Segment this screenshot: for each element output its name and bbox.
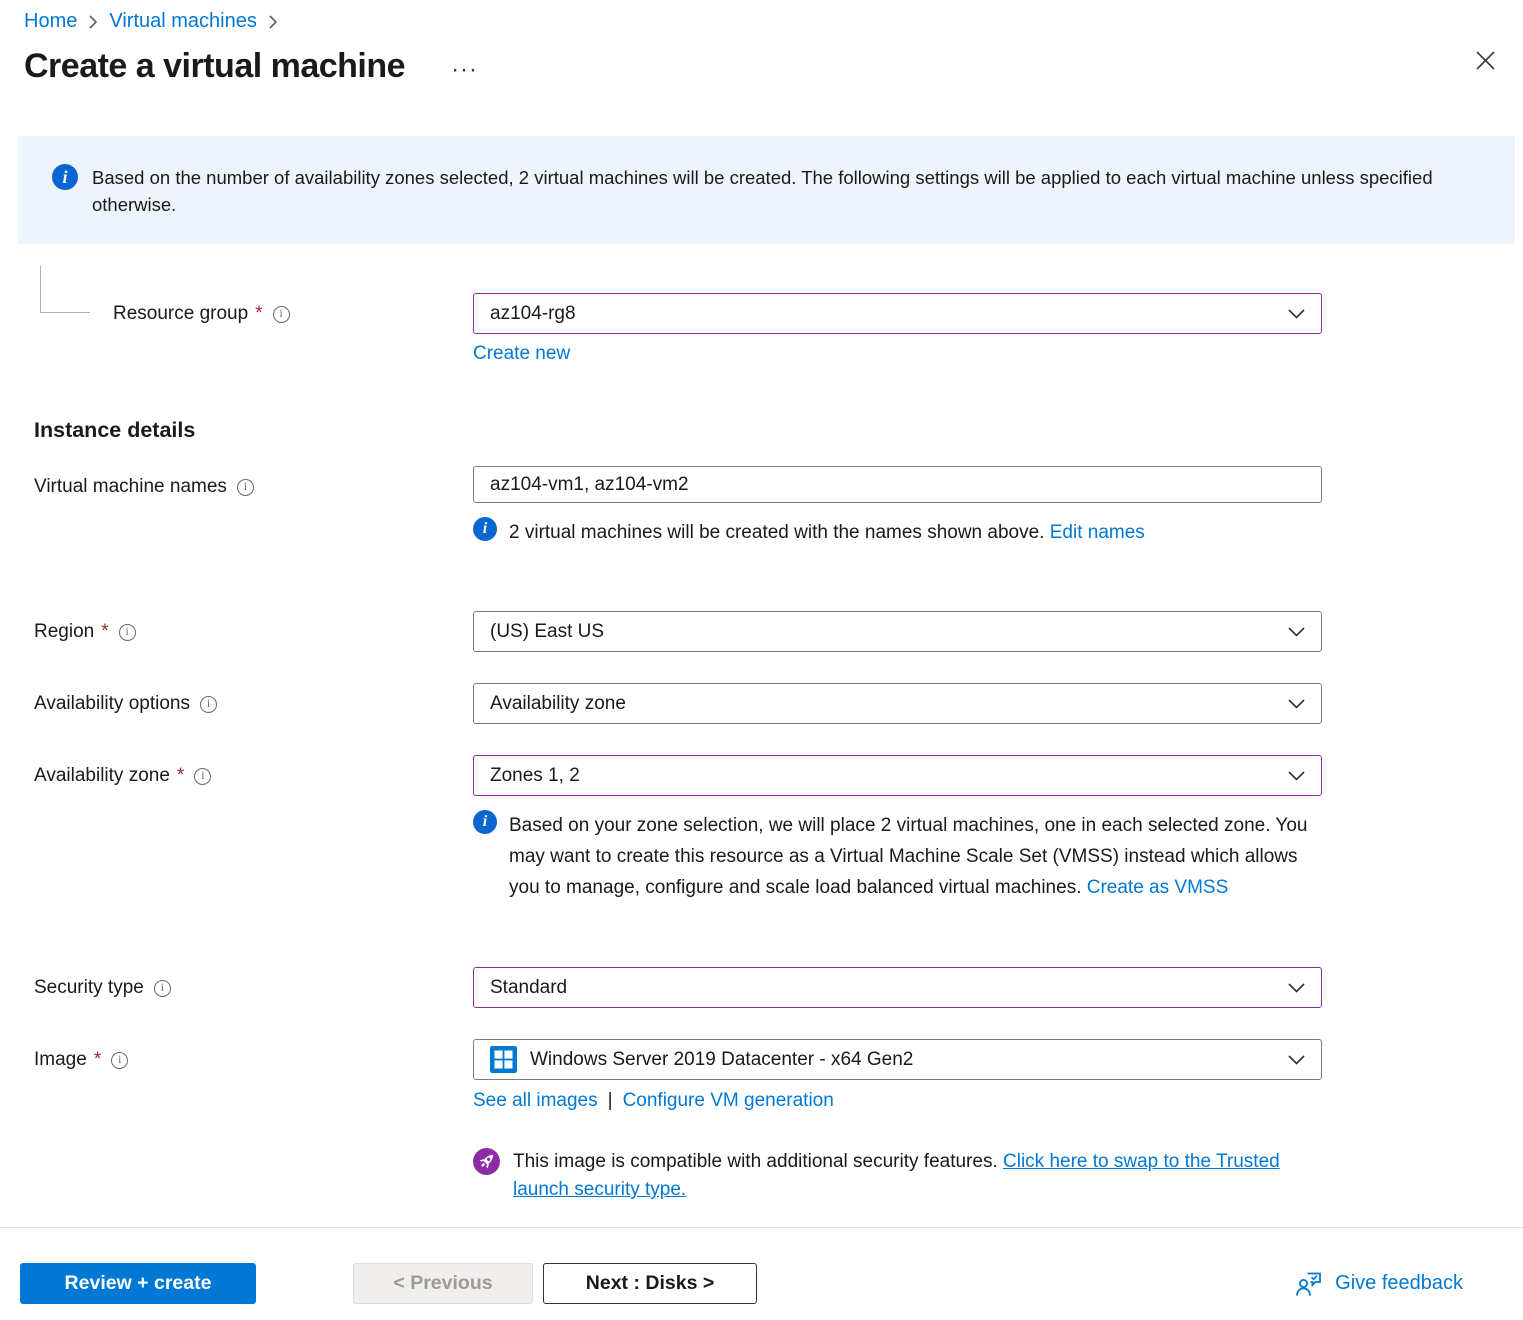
required-asterisk: * xyxy=(94,1049,101,1071)
region-row: Region * i (US) East US xyxy=(34,611,1523,652)
security-type-row: Security type i Standard xyxy=(34,967,1523,1008)
info-icon: i xyxy=(52,164,78,190)
vm-names-info: i 2 virtual machines will be created wit… xyxy=(473,517,1322,548)
availability-zone-info: i Based on your zone selection, we will … xyxy=(473,810,1322,903)
review-create-button[interactable]: Review + create xyxy=(20,1263,256,1304)
security-type-select[interactable]: Standard xyxy=(473,967,1322,1008)
instance-details-heading: Instance details xyxy=(34,418,1523,443)
region-label-text: Region xyxy=(34,621,94,643)
chevron-down-icon xyxy=(1288,309,1305,319)
windows-logo-icon xyxy=(490,1046,517,1073)
availability-zone-label: Availability zone * i xyxy=(34,755,473,787)
availability-options-value: Availability zone xyxy=(490,693,1278,715)
required-asterisk: * xyxy=(177,765,184,787)
info-tooltip-icon[interactable]: i xyxy=(200,696,217,713)
previous-button[interactable]: < Previous xyxy=(353,1263,533,1304)
chevron-down-icon xyxy=(1288,627,1305,637)
info-icon: i xyxy=(473,810,497,834)
info-tooltip-icon[interactable]: i xyxy=(194,768,211,785)
image-value: Windows Server 2019 Datacenter - x64 Gen… xyxy=(530,1049,1278,1071)
see-all-images-link[interactable]: See all images xyxy=(473,1090,598,1112)
resource-group-value: az104-rg8 xyxy=(490,303,1278,325)
image-note-text: This image is compatible with additional… xyxy=(513,1151,998,1172)
required-asterisk: * xyxy=(255,303,262,325)
breadcrumb-home-link[interactable]: Home xyxy=(24,10,77,33)
region-select[interactable]: (US) East US xyxy=(473,611,1322,652)
resource-group-label: Resource group * i xyxy=(34,293,473,325)
indent-connector xyxy=(40,266,90,313)
info-tooltip-icon[interactable]: i xyxy=(273,306,290,323)
vm-names-row: Virtual machine names i i 2 virtual mach… xyxy=(34,466,1523,548)
resource-group-row: Resource group * i az104-rg8 Create new xyxy=(34,293,1523,365)
image-label-text: Image xyxy=(34,1049,87,1071)
chevron-down-icon xyxy=(1288,1055,1305,1065)
page-header: Create a virtual machine ··· xyxy=(0,33,1523,86)
links-divider: | xyxy=(608,1090,613,1112)
availability-options-label: Availability options i xyxy=(34,683,473,715)
availability-zone-select[interactable]: Zones 1, 2 xyxy=(473,755,1322,796)
info-banner: i Based on the number of availability zo… xyxy=(18,136,1515,244)
vm-names-label: Virtual machine names i xyxy=(34,466,473,498)
chevron-right-icon xyxy=(88,14,98,30)
availability-zone-value: Zones 1, 2 xyxy=(490,765,1278,787)
more-options-button[interactable]: ··· xyxy=(451,56,478,84)
image-select[interactable]: Windows Server 2019 Datacenter - x64 Gen… xyxy=(473,1039,1322,1080)
required-asterisk: * xyxy=(101,621,108,643)
resource-group-label-text: Resource group xyxy=(113,303,248,325)
breadcrumb: Home Virtual machines xyxy=(0,0,1523,33)
availability-options-row: Availability options i Availability zone xyxy=(34,683,1523,724)
availability-zone-row: Availability zone * i Zones 1, 2 i Based… xyxy=(34,755,1523,903)
feedback-icon xyxy=(1295,1271,1323,1297)
chevron-down-icon xyxy=(1288,983,1305,993)
image-label: Image * i xyxy=(34,1039,473,1071)
close-icon[interactable] xyxy=(1470,45,1500,75)
info-banner-text: Based on the number of availability zone… xyxy=(92,164,1475,218)
vm-names-info-text: 2 virtual machines will be created with … xyxy=(509,522,1044,543)
image-security-note: This image is compatible with additional… xyxy=(473,1148,1322,1204)
info-tooltip-icon[interactable]: i xyxy=(111,1052,128,1069)
vm-names-input[interactable] xyxy=(473,466,1322,503)
security-type-value: Standard xyxy=(490,977,1278,999)
chevron-right-icon xyxy=(268,14,278,30)
chevron-down-icon xyxy=(1288,771,1305,781)
page-title: Create a virtual machine xyxy=(24,47,405,86)
rocket-icon xyxy=(473,1148,500,1175)
configure-vm-generation-link[interactable]: Configure VM generation xyxy=(623,1090,834,1112)
breadcrumb-virtual-machines-link[interactable]: Virtual machines xyxy=(109,10,256,33)
vm-names-label-text: Virtual machine names xyxy=(34,476,227,498)
wizard-footer: Review + create < Previous Next : Disks … xyxy=(0,1227,1523,1304)
create-new-link[interactable]: Create new xyxy=(473,343,570,365)
create-as-vmss-link[interactable]: Create as VMSS xyxy=(1087,877,1229,898)
give-feedback-button[interactable]: Give feedback xyxy=(1295,1271,1463,1297)
region-label: Region * i xyxy=(34,611,473,643)
resource-group-select[interactable]: az104-rg8 xyxy=(473,293,1322,334)
availability-options-select[interactable]: Availability zone xyxy=(473,683,1322,724)
security-type-label-text: Security type xyxy=(34,977,144,999)
chevron-down-icon xyxy=(1288,699,1305,709)
info-icon: i xyxy=(473,517,497,541)
region-value: (US) East US xyxy=(490,621,1278,643)
security-type-label: Security type i xyxy=(34,967,473,999)
info-tooltip-icon[interactable]: i xyxy=(119,624,136,641)
availability-options-label-text: Availability options xyxy=(34,693,190,715)
next-disks-button[interactable]: Next : Disks > xyxy=(543,1263,757,1304)
availability-zone-label-text: Availability zone xyxy=(34,765,170,787)
info-tooltip-icon[interactable]: i xyxy=(237,479,254,496)
give-feedback-label: Give feedback xyxy=(1335,1272,1463,1295)
edit-names-link[interactable]: Edit names xyxy=(1050,522,1145,543)
info-tooltip-icon[interactable]: i xyxy=(154,980,171,997)
image-row: Image * i Windows Server 2019 Datacenter… xyxy=(34,1039,1523,1204)
